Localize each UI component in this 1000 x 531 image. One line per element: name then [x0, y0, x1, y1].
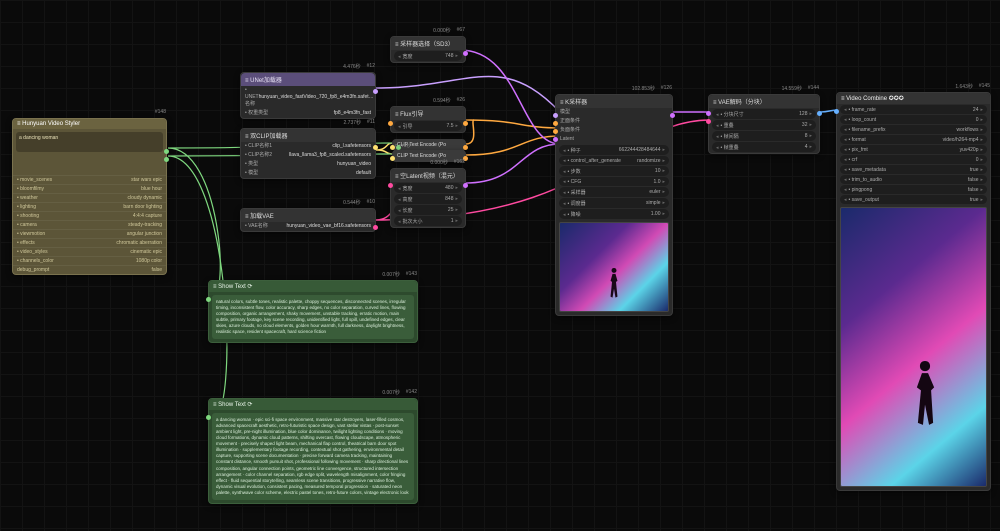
input-port-model[interactable] [553, 113, 558, 118]
node-sampler-select-sd3[interactable]: 0.000秒#67 ≡ 采样器选择（SD3） 宽度748 [390, 36, 466, 63]
widget-• frame_rate[interactable]: • frame_rate24 [840, 105, 987, 114]
widget-• 步数[interactable]: • 步数10 [559, 166, 669, 176]
widget-• pingpong[interactable]: • pingpongfalse [840, 185, 987, 194]
node-title[interactable]: ≡ 双CLIP加载器 [241, 129, 375, 142]
node-title[interactable]: ≡ K采样器 [556, 95, 672, 108]
node-flux-guidance[interactable]: 0.594秒#26 ≡ Flux引导 引导7.5 [390, 106, 466, 133]
row-• CLIP名称2[interactable]: • CLIP名称2llava_llama3_fp8_scaled.safeten… [241, 151, 375, 160]
input-port-positive[interactable] [553, 121, 558, 126]
widget-• pix_fmt[interactable]: • pix_fmtyuv420p [840, 145, 987, 154]
widget-• trim_to_audio[interactable]: • trim_to_audiofalse [840, 175, 987, 184]
output-port-text-pos[interactable] [164, 149, 169, 154]
input-port-text[interactable] [206, 297, 211, 302]
param-• effects[interactable]: • effectschromatic aberration [13, 238, 166, 247]
widget-• 分块尺寸[interactable]: • 分块尺寸128 [712, 109, 816, 119]
output-port-text-neg[interactable] [164, 157, 169, 162]
widget-• format[interactable]: • formatvideo/h264-mp4 [840, 135, 987, 144]
row-• 模型[interactable]: • 模型default [241, 169, 375, 178]
widget-• save_output[interactable]: • save_outputtrue [840, 195, 987, 204]
widget-• 帧重叠[interactable]: • 帧重叠4 [712, 142, 816, 152]
widget-引导[interactable]: 引导7.5 [394, 121, 462, 131]
node-ksampler[interactable]: 102.853秒#126 ≡ K采样器 模型 正面条件 负面条件 Latent … [555, 94, 673, 316]
widget-• control_after_generate[interactable]: • control_after_generaterandomize [559, 156, 669, 165]
node-title[interactable]: ≡ Video Combine ✪✪✪ [837, 93, 990, 104]
param-• camera[interactable]: • camerasteady-tracking [13, 220, 166, 229]
node-title[interactable]: ≡ 加载VAE [241, 209, 375, 222]
output-port-clip[interactable] [373, 145, 378, 150]
node-title[interactable]: ≡ Hunyuan Video Styler [13, 119, 166, 129]
input-port-negative[interactable] [553, 129, 558, 134]
input-port-latent[interactable] [553, 137, 558, 142]
node-unet-loader[interactable]: 4.476秒#12 ≡ UNet加载器 • UNET名称hunyuan_vide… [240, 72, 376, 119]
widget-• crf[interactable]: • crf0 [840, 155, 987, 164]
node-id: #148 [155, 109, 166, 115]
widget-• 帧间隔[interactable]: • 帧间隔8 [712, 131, 816, 141]
row-• CLIP名称1[interactable]: • CLIP名称1clip_l.safetensors [241, 142, 375, 151]
input-port-samples[interactable] [706, 111, 711, 116]
param-• channels_color[interactable]: • channels_color1080p color [13, 256, 166, 265]
input-port-clip[interactable] [390, 156, 395, 161]
output-port-cond[interactable] [463, 121, 468, 126]
output-port-latent[interactable] [670, 113, 675, 118]
widget-• CFG[interactable]: • CFG1.0 [559, 177, 669, 186]
node-video-combine[interactable]: 1.643秒#145 ≡ Video Combine ✪✪✪ • frame_r… [836, 92, 991, 491]
input-port-cond[interactable] [388, 121, 393, 126]
widget-• filename_prefix[interactable]: • filename_prefixworkflows [840, 125, 987, 134]
node-title[interactable]: ≡ Show Text ⟳ [209, 281, 417, 292]
param-• weather[interactable]: • weathercloudy dynamic [13, 193, 166, 202]
node-show-text-2[interactable]: 0.007秒#142 ≡ Show Text ⟳ a dancing woman… [208, 398, 418, 504]
widget-• 降噪[interactable]: • 降噪1.00 [559, 209, 669, 219]
node-title[interactable]: ≡ UNet加载器 [241, 73, 375, 86]
prompt-input[interactable]: a dancing woman [16, 132, 163, 152]
text-display: natural colors, subtle tones, realistic … [212, 295, 414, 339]
param-• movie_scenes[interactable]: • movie_scenesstar wars epic [13, 175, 166, 184]
row-• 类型[interactable]: • 类型hunyuan_video [241, 160, 375, 169]
widget-• 采样器[interactable]: • 采样器euler [559, 187, 669, 197]
node-title[interactable]: ≡ 空Latent视频（混元） [391, 169, 465, 182]
node-hunyuan-video-styler[interactable]: #148 ≡ Hunyuan Video Styler a dancing wo… [12, 118, 167, 275]
output-port-latent[interactable] [463, 183, 468, 188]
param-• viewmotion[interactable]: • viewmotionangular junction [13, 229, 166, 238]
param-• video_styles[interactable]: • video_stylescinematic epic [13, 247, 166, 256]
row-• UNET名称[interactable]: • UNET名称hunyuan_video_fastVideo_720_fp8_… [241, 86, 375, 109]
widget-• save_metadata[interactable]: • save_metadatatrue [840, 165, 987, 174]
widget-高度[interactable]: 高度848 [394, 194, 462, 204]
row-• 权重类型[interactable]: • 权重类型fp8_e4m3fn_fast [241, 109, 375, 118]
widget-• 种子[interactable]: • 种子662244428484644 [559, 145, 669, 155]
node-vae-loader[interactable]: 0.544秒#10 ≡ 加载VAE • VAE名称hunyuan_video_v… [240, 208, 376, 232]
node-empty-latent-video[interactable]: 0.000秒#162 ≡ 空Latent视频（混元） 宽度480高度848长度2… [390, 168, 466, 228]
input-port-vae[interactable] [388, 183, 393, 188]
widget-• 重叠[interactable]: • 重叠32 [712, 120, 816, 130]
node-title[interactable]: ≡ VAE解码（分块） [709, 95, 819, 108]
output-port-vae[interactable] [373, 225, 378, 230]
param-• shooting[interactable]: • shooting4:4:4 capture [13, 211, 166, 220]
node-dual-clip-loader[interactable]: 2.737秒#11 ≡ 双CLIP加载器 • CLIP名称1clip_l.saf… [240, 128, 376, 179]
param-• bloomfilmy[interactable]: • bloomfilmyblue hour [13, 184, 166, 193]
output-port-cond[interactable] [463, 145, 468, 150]
output-port-image[interactable] [817, 111, 822, 116]
widget-• loop_count[interactable]: • loop_count0 [840, 115, 987, 124]
preview-image [559, 222, 669, 312]
widget-宽度[interactable]: 宽度748 [394, 51, 462, 61]
widget-• 调度器[interactable]: • 调度器simple [559, 198, 669, 208]
param-debug_prompt[interactable]: debug_promptfalse [13, 265, 166, 274]
input-port-text[interactable] [206, 415, 211, 420]
input-port-vae[interactable] [706, 119, 711, 124]
widget-批次大小[interactable]: 批次大小1 [394, 216, 462, 226]
node-title[interactable]: ≡ 采样器选择（SD3） [391, 37, 465, 50]
text-display: a dancing woman · epic sci-fi space envi… [212, 413, 414, 500]
output-port-latent[interactable] [463, 51, 468, 56]
param-• lighting[interactable]: • lightingbarn door lighting [13, 202, 166, 211]
node-title[interactable]: ≡ Show Text ⟳ [209, 399, 417, 410]
node-vae-decode-tiled[interactable]: 14.559秒#144 ≡ VAE解码（分块） • 分块尺寸128• 重叠32•… [708, 94, 820, 154]
output-port-model[interactable] [373, 89, 378, 94]
node-show-text-1[interactable]: 0.007秒#143 ≡ Show Text ⟳ natural colors,… [208, 280, 418, 343]
input-port-images[interactable] [834, 109, 839, 114]
preview-video [840, 207, 987, 487]
widget-宽度[interactable]: 宽度480 [394, 183, 462, 193]
node-title[interactable]: ≡ Flux引导 [391, 107, 465, 120]
widget-长度[interactable]: 长度25 [394, 205, 462, 215]
row-• VAE名称[interactable]: • VAE名称hunyuan_video_vae_bf16.safetensor… [241, 222, 375, 231]
